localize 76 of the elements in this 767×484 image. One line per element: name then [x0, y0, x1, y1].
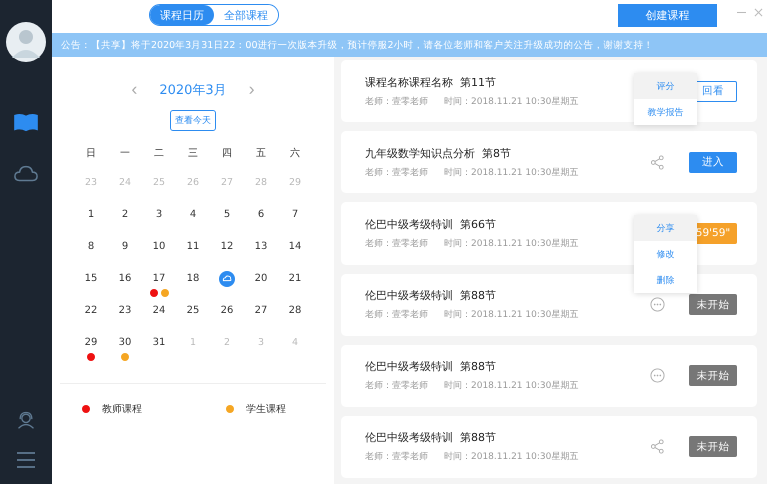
cloud-icon[interactable] — [14, 164, 38, 184]
course-title: 九年级数学知识点分析 第8节 — [365, 146, 512, 161]
calendar-day[interactable]: 23 — [118, 303, 132, 319]
calendar-day[interactable]: 4 — [190, 207, 196, 223]
calendar-day[interactable]: 31 — [152, 335, 166, 351]
more-icon[interactable] — [650, 297, 664, 312]
time-text: 时间：2018.11.21 10:30星期五 — [444, 166, 578, 179]
teacher-text: 老师：壹零老师 — [365, 308, 428, 322]
weekday-label: 一 — [120, 147, 130, 161]
share-icon[interactable] — [650, 154, 664, 170]
calendar-day[interactable]: 7 — [292, 207, 298, 223]
calendar-day[interactable]: 8 — [88, 239, 94, 255]
selected-day-marker[interactable] — [219, 271, 235, 287]
calendar-day[interactable]: 26 — [220, 303, 234, 319]
weekday-label: 五 — [256, 147, 266, 161]
calendar-day[interactable]: 15 — [84, 271, 98, 287]
today-button[interactable]: 查看今天 — [170, 110, 216, 131]
legend-label: 教师课程 — [102, 403, 142, 416]
calendar-day[interactable]: 3 — [156, 207, 162, 223]
calendar-day[interactable]: 22 — [84, 303, 98, 319]
legend-label: 学生课程 — [246, 402, 286, 416]
calendar-day[interactable]: 18 — [186, 271, 200, 287]
course-title: 伦巴中级考级特训 第88节 — [365, 288, 497, 304]
weekday-label: 六 — [290, 146, 300, 161]
calendar-day[interactable]: 2 — [122, 207, 128, 223]
menu-icon[interactable] — [14, 450, 38, 470]
calendar-day[interactable]: 30 — [118, 335, 132, 351]
weekday-label: 二 — [154, 147, 164, 161]
calendar-day[interactable]: 27 — [254, 303, 268, 319]
time-text: 时间：2018.11.21 10:30星期五 — [444, 450, 578, 464]
time-text: 时间：2018.11.21 10:30星期五 — [444, 96, 578, 108]
weekday-label: 日 — [86, 147, 96, 161]
course-action-button[interactable]: 未开始 — [689, 294, 737, 316]
calendar-day[interactable]: 17 — [152, 271, 166, 287]
calendar-day[interactable]: 13 — [254, 239, 268, 255]
calendar-day[interactable]: 29 — [84, 335, 98, 351]
time-text: 时间：2018.11.21 10:30星期五 — [444, 380, 578, 392]
menu-item[interactable]: 修改 — [634, 241, 697, 268]
calendar-day[interactable]: 10 — [152, 239, 166, 255]
course-title: 伦巴中级考级特训 第88节 — [365, 359, 497, 374]
notice-text: 公告：【共享】将于2020年3月31日22：00进行一次版本升级，预计停服2小时，请各位老师和客户关注升级成功的公告，谢谢支持！ — [61, 38, 654, 52]
teacher-text: 老师：壹零老师 — [365, 450, 428, 464]
course-action-button[interactable]: 未开始 — [689, 436, 737, 458]
more-icon[interactable] — [650, 368, 664, 384]
calendar-day[interactable]: 5 — [224, 207, 230, 223]
calendar-day[interactable]: 16 — [118, 271, 132, 287]
calendar-day[interactable]: 11 — [186, 239, 200, 255]
calendar-day[interactable]: 6 — [258, 207, 264, 223]
teacher-text: 老师：壹零老师 — [365, 166, 428, 179]
month-title: 2020年3月 — [159, 82, 227, 98]
teacher-text: 老师：壹零老师 — [365, 238, 428, 250]
calendar-day[interactable]: 20 — [254, 271, 268, 287]
course-title: 伦巴中级考级特训 第88节 — [365, 430, 497, 446]
calendar-day[interactable]: 9 — [122, 239, 128, 255]
calendar-day[interactable]: 1 — [88, 207, 94, 223]
time-text: 时间：2018.11.21 10:30星期五 — [444, 238, 578, 250]
weekday-label: 四 — [222, 147, 232, 161]
weekday-label: 三 — [188, 147, 198, 161]
avatar[interactable] — [6, 22, 46, 62]
calendar-day[interactable]: 12 — [220, 239, 234, 255]
calendar-day[interactable]: 21 — [288, 271, 302, 287]
menu-item[interactable]: 删除 — [634, 267, 697, 294]
teacher-text: 老师：壹零老师 — [365, 380, 428, 392]
course-action-button[interactable]: 未开始 — [689, 365, 737, 386]
teacher-text: 老师：壹零老师 — [365, 96, 428, 108]
calendar-day[interactable]: 25 — [186, 303, 200, 319]
course-title: 伦巴中级考级特训 第66节 — [365, 216, 497, 232]
share-icon[interactable] — [650, 439, 664, 454]
course-title: 课程名称课程名称 第11节 — [365, 74, 497, 90]
book-icon[interactable] — [14, 112, 38, 132]
close-icon[interactable] — [754, 8, 763, 17]
calendar-day[interactable]: 28 — [288, 303, 302, 319]
calendar-day[interactable]: 14 — [288, 239, 302, 255]
menu-item[interactable]: 教学报告 — [634, 99, 697, 125]
time-text: 时间：2018.11.21 10:30星期五 — [444, 308, 578, 322]
calendar-day[interactable]: 24 — [152, 303, 166, 319]
